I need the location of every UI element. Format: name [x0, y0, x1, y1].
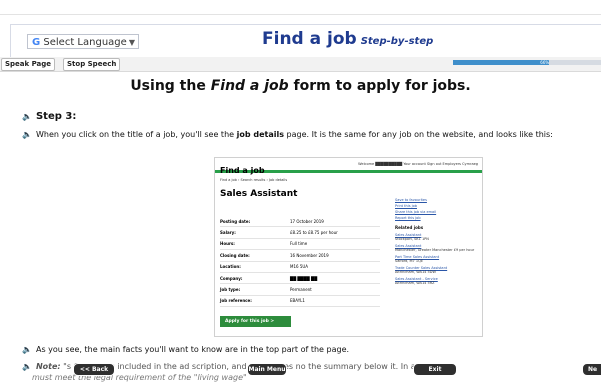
list-item: Part Time Sales Assistant Salford, M7 1QE — [395, 255, 477, 263]
back-button[interactable]: << Back — [73, 363, 115, 376]
breadcrumb: Find a job › Search results › Job detail… — [220, 178, 288, 182]
screenshot-nav: Find a job Welcome ██████████ Your accou… — [215, 158, 482, 175]
speaker-icon[interactable]: 🔈 — [22, 112, 32, 121]
related-place: Salford, M7 1QE — [395, 259, 424, 263]
sidebar-link: Print this job — [395, 204, 417, 208]
next-button[interactable]: Ne — [582, 363, 601, 376]
step-heading: 🔈 Step 3: — [22, 111, 76, 122]
language-select[interactable]: G Select Language ▼ — [27, 34, 139, 49]
row-value: 17 October 2019 — [290, 216, 380, 228]
summary-paragraph: 🔈 As you see, the main facts you'll want … — [22, 345, 349, 354]
para-bold: job details — [236, 130, 284, 139]
row-key: Location: — [220, 261, 290, 273]
note-label: Note: — [35, 362, 61, 371]
progress-fill: 66% — [453, 60, 550, 65]
row-value: M16 5UA — [290, 261, 380, 273]
stop-speech-button[interactable]: Stop Speech — [63, 58, 121, 71]
title-subtitle: Step-by-step — [360, 36, 434, 47]
row-key: Company: — [220, 272, 290, 285]
list-item: Sales Assistant - Service Altrincham, WA1… — [395, 277, 477, 285]
table-row: Company: ██ ████ ██ — [220, 272, 380, 285]
apply-button: Apply for this job > — [220, 316, 291, 327]
table-row: Posting date: 17 October 2019 — [220, 216, 380, 228]
chevron-down-icon: ▼ — [128, 38, 135, 47]
language-label: Select Language — [43, 37, 127, 48]
speaker-icon[interactable]: 🔈 — [22, 362, 32, 371]
note-text: "s OT always included in the ad scriptio… — [60, 362, 426, 371]
table-row: Salary: £8.25 to £8.75 per hour — [220, 226, 380, 239]
google-icon: G — [32, 37, 41, 48]
job-details-table: Posting date: 17 October 2019 Salary: £8.2… — [220, 216, 380, 308]
row-value: ██ ████ ██ — [290, 272, 380, 285]
row-key: Posting date: — [220, 216, 290, 228]
job-details-screenshot: Find a job Welcome ██████████ Your accou… — [214, 157, 483, 337]
related-place: Altrincham, WA14 5RZ — [395, 281, 435, 285]
heading-pre: Using the — [130, 78, 211, 94]
progress-bar: 66% — [453, 60, 601, 65]
note-continuation: must meet the legal requirement of the "… — [32, 373, 247, 382]
list-item: Sales Assistant Stockport, SK1 1PN — [395, 233, 477, 241]
heading-emphasis: Find a job — [210, 78, 289, 94]
related-place: Manchester, Greater Manchester £9 per ho… — [395, 248, 475, 252]
main-menu-button[interactable]: Main Menu — [247, 363, 287, 376]
top-bar — [0, 0, 601, 15]
row-key: Salary: — [220, 226, 290, 239]
main-heading: Using the Find a job form to apply for j… — [0, 78, 601, 94]
row-key: Closing date: — [220, 249, 290, 262]
header-panel: G Select Language ▼ Find a job Step-by-st… — [10, 24, 601, 58]
row-value: EBAYL1 — [290, 295, 380, 308]
row-value: Permanent — [290, 283, 380, 296]
table-row: Closing date: 16 November 2019 — [220, 249, 380, 262]
row-key: Hours: — [220, 238, 290, 251]
table-row: Location: M16 5UA — [220, 261, 380, 273]
step-label: Step 3: — [35, 111, 77, 122]
screenshot-nav-links: Welcome ██████████ Your account Sign out… — [358, 162, 478, 166]
row-value: Full time — [290, 238, 380, 251]
row-value: 16 November 2019 — [290, 249, 380, 262]
sidebar-link: Save to favourites — [395, 198, 427, 202]
table-row: Hours: Full time — [220, 238, 380, 251]
sidebar-link: Report this job — [395, 216, 421, 220]
list-item: Sales Assistant Manchester, Greater Manch… — [395, 244, 477, 252]
screenshot-brand: Find a job — [220, 166, 265, 175]
speaker-icon[interactable]: 🔈 — [22, 345, 32, 354]
exit-button[interactable]: Exit — [413, 363, 457, 376]
speak-page-button[interactable]: Speak Page — [1, 58, 56, 71]
row-key: Job type: — [220, 283, 290, 296]
screenshot-sidebar: Save to favourites Print this job Share … — [395, 198, 477, 288]
para-post: page. It is the same for any job on the … — [283, 130, 553, 139]
speaker-icon[interactable]: 🔈 — [22, 130, 32, 139]
related-jobs-heading: Related jobs — [395, 225, 424, 230]
table-row: Job type: Permanent — [220, 283, 380, 296]
related-place: Altrincham, WA14 5DW — [395, 270, 436, 274]
table-row: Job reference: EBAYL1 — [220, 295, 380, 308]
row-value: £8.25 to £8.75 per hour — [290, 226, 380, 239]
heading-post: form to apply for jobs. — [288, 78, 471, 94]
title-main: Find a job — [262, 29, 357, 49]
summary-text: As you see, the main facts you'll want t… — [35, 345, 350, 354]
row-key: Job reference: — [220, 295, 290, 308]
sidebar-link: Share this job via email — [395, 210, 437, 214]
page-title: Find a job Step-by-step — [262, 29, 433, 49]
related-place: Stockport, SK1 1PN — [395, 237, 429, 241]
para-pre: When you click on the title of a job, yo… — [35, 130, 237, 139]
intro-paragraph: 🔈 When you click on the title of a job, y… — [22, 130, 601, 139]
list-item: Trade Counter Sales Assistant Altrincham,… — [395, 266, 477, 274]
